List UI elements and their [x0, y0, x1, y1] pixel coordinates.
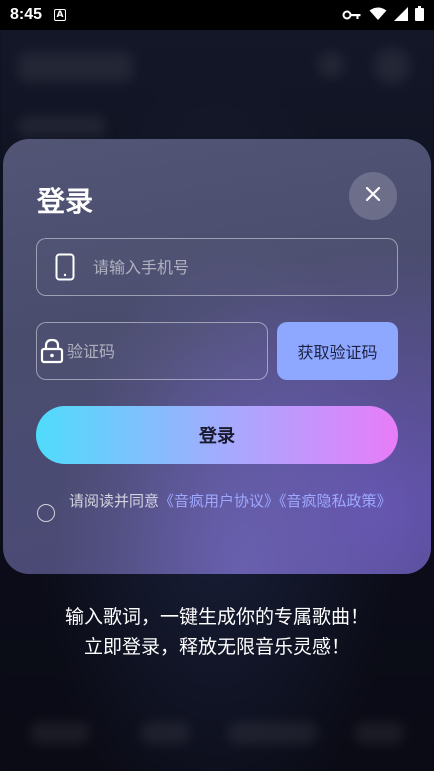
status-time: 8:45 [10, 6, 43, 23]
wifi-icon [369, 6, 387, 25]
verification-code-field[interactable] [36, 322, 268, 380]
close-icon [365, 186, 381, 206]
key-icon [342, 6, 362, 25]
user-agreement-link[interactable]: 《音疯用户协议》 [159, 492, 279, 510]
background-blur-block [18, 52, 133, 82]
login-dialog: 登录 获取验证码 登录 请阅读并同意《音疯用户协 [3, 139, 431, 574]
status-bar: 8:45 A [0, 0, 434, 30]
get-code-button[interactable]: 获取验证码 [277, 322, 398, 380]
login-title: 登录 [37, 185, 94, 218]
background-blur-block [374, 48, 410, 84]
background-blur-block [18, 116, 106, 136]
slogan-line-1: 输入歌词，一键生成你的专属歌曲！ [64, 606, 369, 628]
background-blur-block [140, 722, 190, 744]
lock-icon [37, 338, 67, 364]
slogan: 输入歌词，一键生成你的专属歌曲！ 立即登录，释放无限音乐灵感！ [0, 602, 434, 662]
agreement-text: 请阅读并同意《音疯用户协议》《音疯隐私政策》 [69, 490, 392, 512]
agreement-prefix: 请阅读并同意 [69, 492, 160, 510]
agreement-row: 请阅读并同意《音疯用户协议》《音疯隐私政策》 [37, 490, 397, 522]
agreement-checkbox[interactable] [37, 504, 55, 522]
login-button[interactable]: 登录 [36, 406, 398, 464]
verification-code-input[interactable] [67, 323, 267, 379]
phone-icon [37, 253, 93, 281]
close-button[interactable] [349, 172, 397, 220]
background-blur-block [318, 52, 344, 78]
background-blur-block [30, 722, 90, 744]
battery-icon [415, 5, 424, 25]
background-blur-block [354, 722, 404, 744]
phone-field[interactable] [36, 238, 398, 296]
background-blur-block [228, 722, 318, 744]
signal-icon [394, 6, 408, 25]
privacy-policy-link[interactable]: 《音疯隐私政策》 [279, 492, 392, 510]
phone-input[interactable] [93, 239, 397, 295]
slogan-line-2: 立即登录，释放无限音乐灵感！ [83, 636, 350, 658]
a-notification-icon: A [54, 9, 67, 21]
